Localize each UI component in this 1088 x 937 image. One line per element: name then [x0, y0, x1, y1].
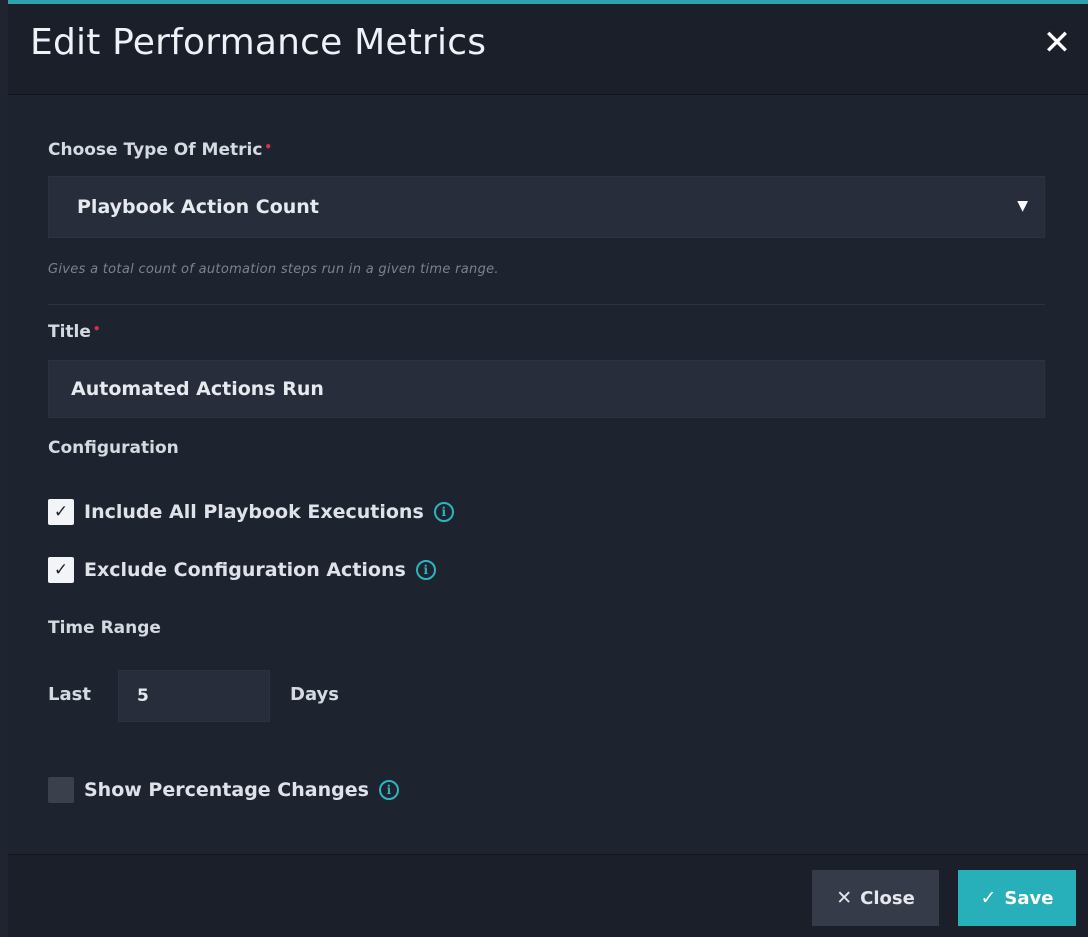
save-button[interactable]: ✓ Save — [958, 870, 1076, 926]
caret-down-icon: ▼ — [1017, 198, 1028, 214]
exclude-config-actions-option[interactable]: ✓ Exclude Configuration Actions i — [48, 556, 436, 584]
time-range-prefix: Last — [48, 684, 91, 705]
required-marker: • — [92, 322, 101, 336]
edit-metrics-dialog: Edit Performance Metrics ✕ Choose Type O… — [8, 0, 1088, 937]
dialog-header: Edit Performance Metrics ✕ — [8, 4, 1088, 95]
metric-type-label-text: Choose Type Of Metric — [48, 140, 263, 160]
metric-type-selected-value: Playbook Action Count — [77, 196, 319, 218]
title-input[interactable] — [48, 360, 1045, 418]
time-range-unit: Days — [290, 684, 339, 705]
dialog-title: Edit Performance Metrics — [30, 22, 487, 63]
time-range-heading: Time Range — [48, 618, 161, 638]
check-icon: ✓ — [53, 559, 69, 580]
metric-type-help-text: Gives a total count of automation steps … — [48, 262, 499, 277]
close-icon: ✕ — [836, 887, 853, 909]
close-icon[interactable]: ✕ — [1040, 26, 1074, 60]
title-label: Title • — [48, 322, 101, 342]
include-all-executions-checkbox[interactable]: ✓ — [48, 499, 74, 525]
include-all-executions-label: Include All Playbook Executions — [84, 501, 424, 523]
check-icon: ✓ — [980, 887, 997, 909]
show-percentage-label: Show Percentage Changes — [84, 779, 369, 801]
show-percentage-option[interactable]: Show Percentage Changes i — [48, 776, 399, 804]
include-all-executions-option[interactable]: ✓ Include All Playbook Executions i — [48, 498, 454, 526]
title-label-text: Title — [48, 322, 91, 342]
exclude-config-actions-label: Exclude Configuration Actions — [84, 559, 406, 581]
metric-type-select[interactable]: Playbook Action Count ▼ — [48, 176, 1045, 238]
close-button-label: Close — [860, 887, 915, 909]
configuration-heading: Configuration — [48, 438, 179, 458]
time-range-days-input[interactable] — [118, 670, 270, 722]
show-percentage-checkbox[interactable] — [48, 777, 74, 803]
info-icon[interactable]: i — [378, 780, 399, 800]
close-button[interactable]: ✕ Close — [812, 870, 939, 926]
divider — [48, 304, 1045, 305]
check-icon: ✓ — [53, 501, 69, 522]
info-icon[interactable]: i — [415, 560, 436, 580]
exclude-config-actions-checkbox[interactable]: ✓ — [48, 557, 74, 583]
required-marker: • — [264, 140, 273, 154]
metric-type-label: Choose Type Of Metric • — [48, 140, 272, 160]
info-icon[interactable]: i — [433, 502, 454, 522]
save-button-label: Save — [1004, 887, 1054, 909]
